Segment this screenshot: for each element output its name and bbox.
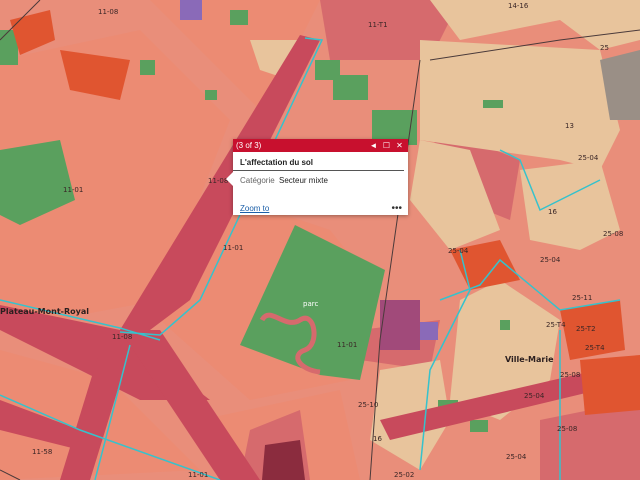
- svg-text:11-01: 11-01: [63, 186, 83, 194]
- svg-text:25-T4: 25-T4: [585, 344, 605, 352]
- close-icon[interactable]: ✕: [394, 140, 405, 151]
- svg-text:Plateau-Mont-Royal: Plateau-Mont-Royal: [0, 307, 89, 316]
- svg-text:25-08: 25-08: [603, 230, 623, 238]
- svg-text:25-04: 25-04: [524, 392, 545, 400]
- popup-feature-counter: (3 of 3): [236, 141, 262, 150]
- feature-popup: (3 of 3) ◄ ☐ ✕ L'affectation du sol Caté…: [226, 139, 408, 215]
- svg-text:13: 13: [565, 122, 574, 130]
- popup-attribute-row: Catégorie Secteur mixte: [233, 171, 408, 190]
- svg-text:16: 16: [548, 208, 557, 216]
- previous-feature-icon[interactable]: ◄: [368, 140, 379, 151]
- dark-zone: [262, 440, 305, 480]
- popup-title: L'affectation du sol: [233, 152, 404, 171]
- svg-text:11-01: 11-01: [188, 471, 208, 479]
- svg-text:16: 16: [373, 435, 382, 443]
- more-actions-icon[interactable]: •••: [391, 203, 402, 213]
- svg-text:11-01: 11-01: [337, 341, 357, 349]
- svg-text:11-01: 11-01: [223, 244, 243, 252]
- svg-text:11-08: 11-08: [98, 8, 118, 16]
- svg-text:25-08: 25-08: [557, 425, 577, 433]
- land-use-map[interactable]: 11-08 11-T1 14-16 11-01 11-01 11-01 11-0…: [0, 0, 640, 480]
- svg-text:25-02: 25-02: [394, 471, 414, 479]
- svg-text:25-04: 25-04: [448, 247, 469, 255]
- svg-text:14-16: 14-16: [508, 2, 529, 10]
- popup-footer: Zoom to •••: [240, 203, 402, 213]
- popup-header: (3 of 3) ◄ ☐ ✕: [233, 139, 408, 152]
- popup-pointer: [226, 172, 233, 186]
- svg-text:11-T1: 11-T1: [368, 21, 388, 29]
- svg-text:25-11: 25-11: [572, 294, 592, 302]
- zoom-to-link[interactable]: Zoom to: [240, 204, 269, 213]
- svg-text:25: 25: [600, 44, 609, 52]
- svg-text:25-10: 25-10: [358, 401, 378, 409]
- svg-text:25-T2: 25-T2: [576, 325, 596, 333]
- svg-text:11-58: 11-58: [32, 448, 52, 456]
- attribute-label: Catégorie: [240, 176, 275, 185]
- svg-text:25-04: 25-04: [578, 154, 599, 162]
- svg-text:25-04: 25-04: [540, 256, 561, 264]
- svg-text:25-08: 25-08: [560, 371, 580, 379]
- svg-text:25-04: 25-04: [506, 453, 527, 461]
- map-view[interactable]: 11-08 11-T1 14-16 11-01 11-01 11-01 11-0…: [0, 0, 640, 480]
- svg-text:parc: parc: [303, 300, 318, 308]
- svg-text:11-08: 11-08: [112, 333, 132, 341]
- attribute-value: Secteur mixte: [279, 176, 328, 185]
- svg-text:25-T4: 25-T4: [546, 321, 566, 329]
- svg-text:Ville-Marie: Ville-Marie: [505, 355, 554, 364]
- maximize-icon[interactable]: ☐: [381, 140, 392, 151]
